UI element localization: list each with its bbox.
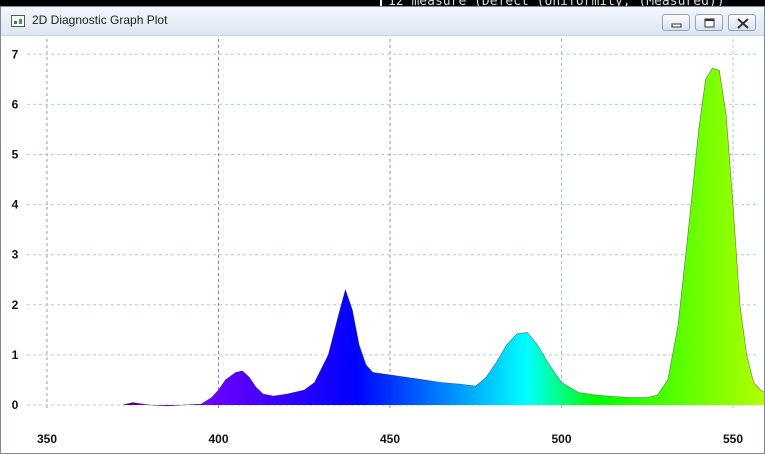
x-tick-label: 450 xyxy=(380,432,400,446)
minimize-icon xyxy=(671,23,682,28)
y-tick-label: 2 xyxy=(12,298,19,312)
y-tick-label: 4 xyxy=(12,198,19,212)
title-bar[interactable]: 2D Diagnostic Graph Plot xyxy=(1,7,764,36)
close-button[interactable] xyxy=(728,14,756,31)
spectrum-plot: 01234567350400450500550600650700750 xyxy=(12,39,764,446)
x-tick-label: 350 xyxy=(37,432,57,446)
y-tick-label: 1 xyxy=(12,348,19,362)
y-tick-label: 7 xyxy=(12,47,19,61)
y-tick-label: 3 xyxy=(12,248,19,262)
minimize-button[interactable] xyxy=(662,14,690,31)
close-icon xyxy=(737,18,749,29)
y-tick-label: 5 xyxy=(12,148,19,162)
graph-app-icon xyxy=(11,15,25,27)
window-title: 2D Diagnostic Graph Plot xyxy=(32,13,168,27)
x-tick-label: 500 xyxy=(551,432,571,446)
y-tick-label: 6 xyxy=(12,97,19,111)
x-tick-label: 550 xyxy=(723,432,743,446)
y-tick-label: 0 xyxy=(12,398,19,412)
maximize-icon xyxy=(704,18,715,28)
graph-plot-window: 2D Diagnostic Graph Plot 0 1 2 3 4 5 6 7 350 400 4… xyxy=(0,6,765,454)
maximize-button[interactable] xyxy=(695,14,723,31)
x-tick-label: 400 xyxy=(208,432,228,446)
